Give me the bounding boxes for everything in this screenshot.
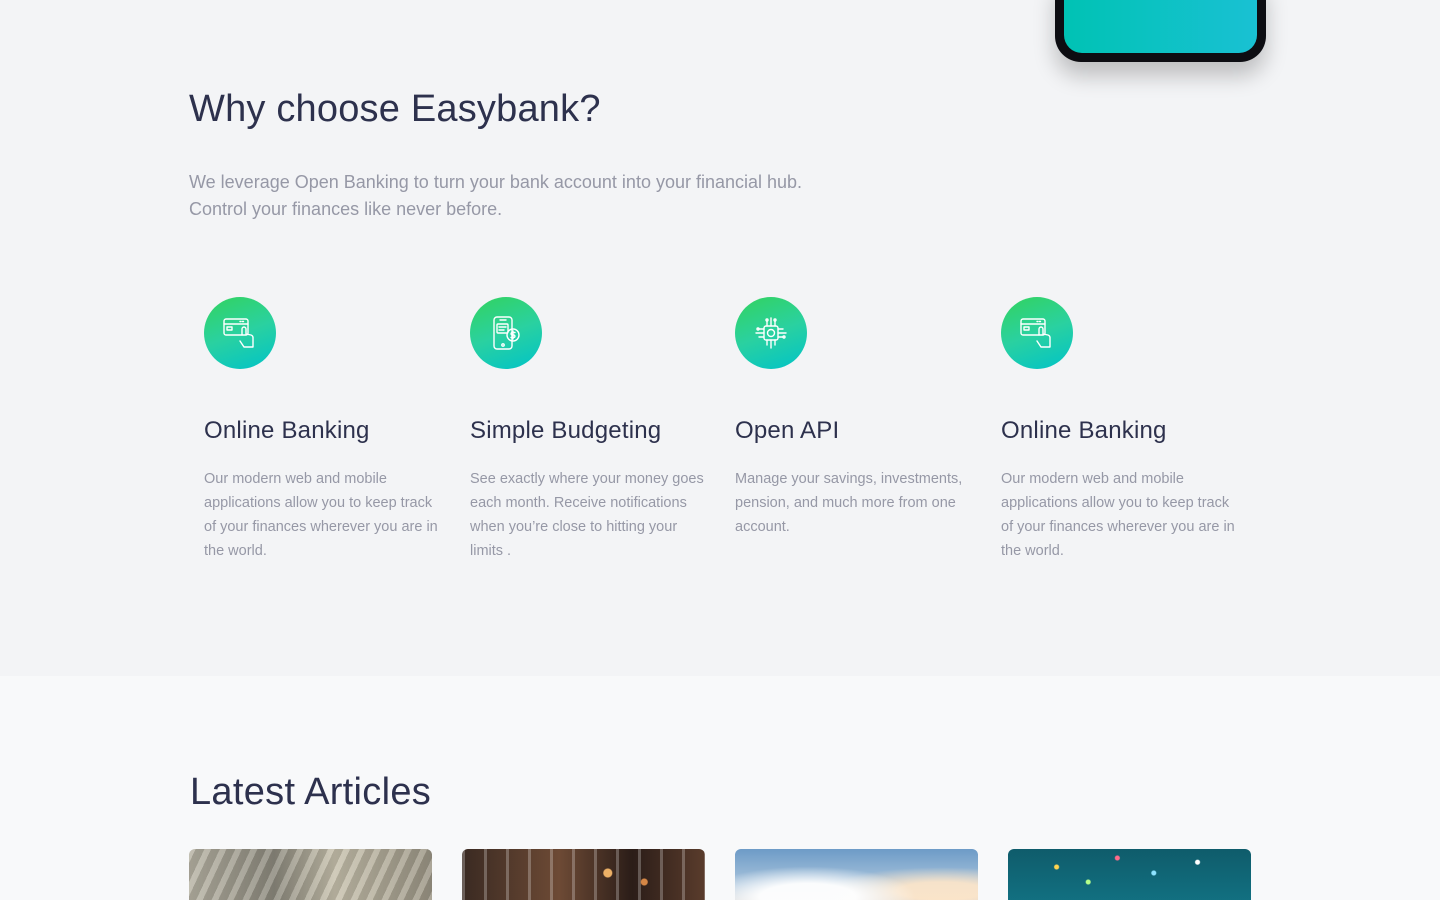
phone-budget-icon — [470, 297, 542, 369]
section-title: Why choose Easybank? — [189, 88, 601, 130]
feature-simple-budgeting: Simple Budgeting See exactly where your … — [470, 297, 710, 563]
article-card[interactable] — [462, 849, 705, 900]
description-line: Control your finances like never before. — [189, 199, 503, 219]
latest-articles-section: Latest Articles — [0, 676, 1440, 900]
feature-title: Open API — [735, 417, 840, 444]
section-title: Latest Articles — [190, 771, 432, 813]
article-card[interactable] — [735, 849, 978, 900]
sky-photo — [735, 849, 978, 900]
card-hand-icon — [1001, 297, 1073, 369]
section-description: We leverage Open Banking to turn your ba… — [189, 169, 869, 223]
feature-title: Online Banking — [204, 417, 370, 444]
feature-text: Manage your savings, investments, pensio… — [735, 471, 963, 535]
why-choose-section: Why choose Easybank? We leverage Open Ba… — [0, 0, 1440, 676]
feature-online-banking: Online Banking Our modern web and mobile… — [204, 297, 444, 563]
card-hand-icon — [204, 297, 276, 369]
restaurant-photo — [462, 849, 705, 900]
article-card[interactable] — [1008, 849, 1251, 900]
feature-title: Online Banking — [1001, 417, 1167, 444]
money-photo — [189, 849, 432, 900]
chip-api-icon — [735, 297, 807, 369]
phone-mockup-image — [1055, 0, 1266, 62]
confetti-photo — [1008, 849, 1251, 900]
feature-text: See exactly where your money goes each m… — [470, 471, 704, 559]
phone-screen — [1064, 0, 1257, 53]
description-line: We leverage Open Banking to turn your ba… — [189, 172, 803, 192]
feature-text: Our modern web and mobile applications a… — [204, 471, 438, 559]
feature-title: Simple Budgeting — [470, 417, 662, 444]
feature-open-api: Open API Manage your savings, investment… — [735, 297, 975, 539]
feature-text: Our modern web and mobile applications a… — [1001, 471, 1235, 559]
feature-online-banking: Online Banking Our modern web and mobile… — [1001, 297, 1241, 563]
article-card[interactable] — [189, 849, 432, 900]
